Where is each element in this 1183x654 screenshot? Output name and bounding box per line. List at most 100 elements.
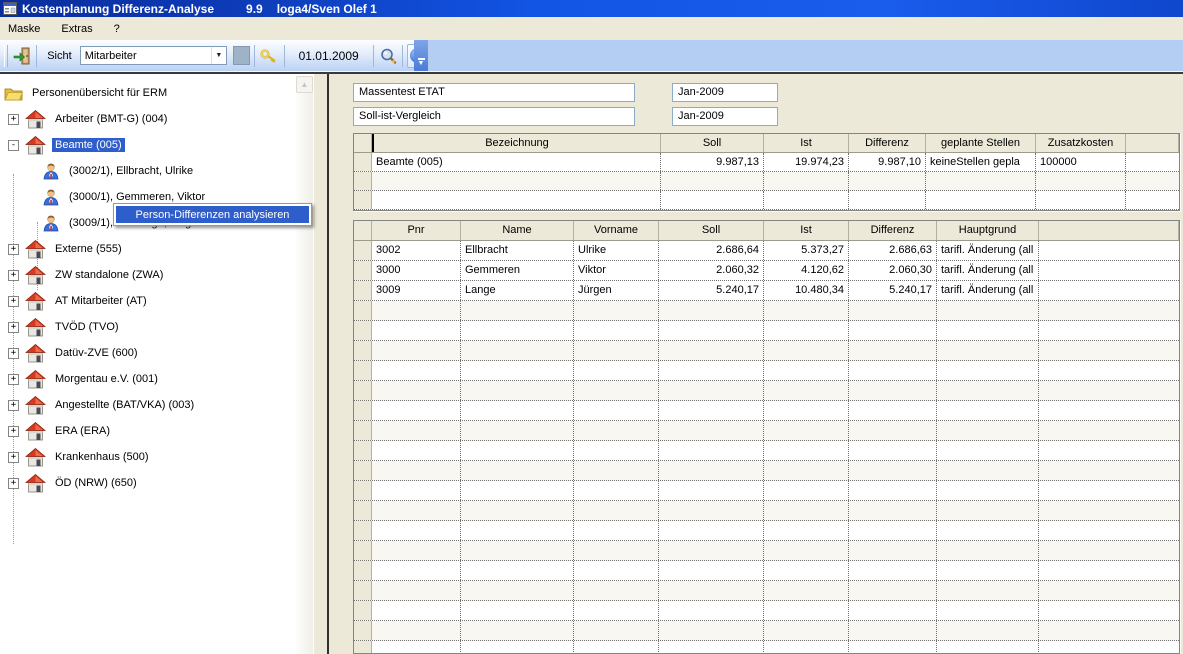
tree-item-label[interactable]: (3002/1), Ellbracht, Ulrike	[66, 164, 196, 178]
col-hauptgrund[interactable]: Hauptgrund	[937, 221, 1039, 240]
scroll-up-icon[interactable]: ▲	[296, 76, 313, 93]
tree-expander[interactable]: +	[8, 452, 19, 463]
col-ist[interactable]: Ist	[764, 134, 849, 152]
row-selector[interactable]	[354, 153, 372, 171]
panel-divider	[327, 74, 329, 654]
person-table-header: Pnr Name Vorname Soll Ist Differenz Haup…	[354, 221, 1179, 241]
row-selector-header	[354, 221, 372, 240]
person-icon	[42, 214, 60, 232]
tree-item-label[interactable]: Arbeiter (BMT-G) (004)	[52, 112, 170, 126]
key-button[interactable]	[259, 44, 280, 68]
tree-expander[interactable]: +	[8, 244, 19, 255]
budget-name-field[interactable]: Massentest ETAT	[353, 83, 635, 102]
col-ist[interactable]: Ist	[764, 221, 849, 240]
search-button[interactable]	[378, 44, 399, 68]
tree-item-label[interactable]: Morgentau e.V. (001)	[52, 372, 161, 386]
col-pnr[interactable]: Pnr	[372, 221, 461, 240]
row-selector[interactable]	[354, 261, 372, 280]
tree-item[interactable]: + ERA (ERA)	[0, 418, 314, 444]
cell-ist: 5.373,27	[764, 241, 849, 260]
menu-maske[interactable]: Maske	[8, 20, 49, 38]
row-selector[interactable]	[354, 281, 372, 300]
disabled-button	[233, 46, 250, 65]
tree-expander[interactable]: +	[8, 270, 19, 281]
col-vorname[interactable]: Vorname	[574, 221, 659, 240]
tree-item-label[interactable]: Externe (555)	[52, 242, 125, 256]
tree-expander[interactable]: +	[8, 374, 19, 385]
tree-item[interactable]: + Angestellte (BAT/VK	[0, 392, 314, 418]
tree-item[interactable]: + Krankenhaus (500)	[0, 444, 314, 470]
toolbar-separator	[402, 45, 403, 67]
person-table-row[interactable]: 3009 Lange Jürgen 5.240,17 10.480,34 5.2…	[354, 281, 1179, 301]
tree-item[interactable]: Personenübersicht für ERM	[0, 80, 314, 106]
col-soll[interactable]: Soll	[659, 221, 764, 240]
col-differenz[interactable]: Differenz	[849, 221, 937, 240]
house-icon	[25, 396, 46, 415]
tree-item[interactable]: + Arbeiter (BMT-G) (0	[0, 106, 314, 132]
tree-expander[interactable]: +	[8, 114, 19, 125]
tree-expander[interactable]: +	[8, 296, 19, 307]
col-geplante-stellen[interactable]: geplante Stellen	[926, 134, 1036, 152]
tree-expander[interactable]: +	[8, 348, 19, 359]
tree-item-label[interactable]: (3000/1), Gemmeren, Viktor	[66, 190, 208, 204]
tree-item[interactable]: + Externe (555)	[0, 236, 314, 262]
cell-hauptgrund: tarifl. Änderung (all	[937, 261, 1039, 280]
tree-item-label[interactable]: Beamte (005)	[52, 138, 125, 152]
tree-item[interactable]: + Morgentau e.V. (001	[0, 366, 314, 392]
col-empty	[1126, 134, 1179, 152]
toolbar-separator	[36, 45, 37, 67]
col-name[interactable]: Name	[461, 221, 574, 240]
cell-empty	[1039, 241, 1179, 260]
cell-soll: 9.987,13	[661, 153, 764, 171]
titlebar[interactable]: Kostenplanung Differenz-Analyse 9.9 loga…	[0, 0, 1183, 17]
col-differenz[interactable]: Differenz	[849, 134, 926, 152]
tree-item-label[interactable]: ZW standalone (ZWA)	[52, 268, 166, 282]
person-table-row[interactable]: 3002 Ellbracht Ulrike 2.686,64 5.373,27 …	[354, 241, 1179, 261]
col-bezeichnung[interactable]: Bezeichnung	[372, 134, 661, 152]
tree-item-label[interactable]: ÖD (NRW) (650)	[52, 476, 140, 490]
tree-item-label[interactable]: Personenübersicht für ERM	[29, 86, 170, 100]
tree-item-label[interactable]: Datüv-ZVE (600)	[52, 346, 141, 360]
menu-extras[interactable]: Extras	[61, 20, 101, 38]
tree-item-label[interactable]: Angestellte (BAT/VKA) (003)	[52, 398, 197, 412]
exit-button[interactable]	[12, 44, 33, 68]
group-table-row[interactable]: Beamte (005) 9.987,13 19.974,23 9.987,10…	[354, 153, 1179, 172]
reference-date[interactable]: 01.01.2009	[289, 49, 369, 63]
tree-item-label[interactable]: Krankenhaus (500)	[52, 450, 152, 464]
group-table-empty-rows	[354, 172, 1179, 210]
tree-item[interactable]: + ZW standalone (ZWA)	[0, 262, 314, 288]
tree-item[interactable]: + AT Mitarbeiter (AT)	[0, 288, 314, 314]
dropdown-arrow-icon[interactable]: ▼	[211, 47, 226, 64]
tree-expander[interactable]: +	[8, 322, 19, 333]
person-table-row[interactable]: 3000 Gemmeren Viktor 2.060,32 4.120,62 2…	[354, 261, 1179, 281]
empty-row	[354, 561, 1179, 581]
cell-pnr: 3000	[372, 261, 461, 280]
tree-item-label[interactable]: TVÖD (TVO)	[52, 320, 122, 334]
comparison-name-field[interactable]: Soll-ist-Vergleich	[353, 107, 635, 126]
house-icon	[25, 240, 46, 259]
budget-period-field[interactable]: Jan-2009	[672, 83, 778, 102]
empty-row	[354, 641, 1179, 654]
context-menu-item-analyze-differences[interactable]: Person-Differenzen analysieren	[116, 206, 309, 223]
tree-item[interactable]: - Beamte (005)	[0, 132, 314, 158]
row-selector[interactable]	[354, 241, 372, 260]
menu-help[interactable]: ?	[114, 20, 129, 38]
tree-item[interactable]: + ÖD (NRW) (650)	[0, 470, 314, 496]
tree-item[interactable]: + Datüv-ZVE (600)	[0, 340, 314, 366]
tree-expander[interactable]: +	[8, 426, 19, 437]
toolbar-overflow-icon[interactable]: ▼	[414, 40, 428, 71]
tree-item[interactable]: + TVÖD (TVO)	[0, 314, 314, 340]
comparison-period-field[interactable]: Jan-2009	[672, 107, 778, 126]
tree-item[interactable]: (3002/1), Ellbracht, Ulrike	[0, 158, 314, 184]
toolbar-grip[interactable]	[4, 45, 8, 67]
cell-hauptgrund: tarifl. Änderung (all	[937, 241, 1039, 260]
tree-item-label[interactable]: AT Mitarbeiter (AT)	[52, 294, 150, 308]
col-soll[interactable]: Soll	[661, 134, 764, 152]
tree-scrollbar[interactable]: ▲	[296, 76, 313, 654]
tree-expander[interactable]: +	[8, 478, 19, 489]
view-combobox[interactable]: Mitarbeiter ▼	[80, 46, 227, 65]
col-zusatzkosten[interactable]: Zusatzkosten	[1036, 134, 1126, 152]
tree-item-label[interactable]: ERA (ERA)	[52, 424, 113, 438]
tree-expander[interactable]: -	[8, 140, 19, 151]
tree-expander[interactable]: +	[8, 400, 19, 411]
